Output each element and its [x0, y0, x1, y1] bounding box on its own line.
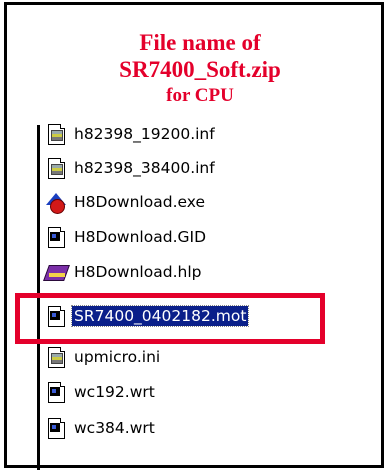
file-item-wc384-wrt[interactable]: wc384.wrt	[45, 414, 157, 442]
file-name: h82398_38400.inf	[74, 159, 215, 177]
file-item-h8download-gid[interactable]: H8Download.GID	[45, 223, 208, 251]
file-item-h8download-hlp[interactable]: H8Download.hlp	[43, 258, 203, 286]
annotation-heading: File name of SR7400_Soft.zip for CPU	[60, 30, 340, 108]
file-name: H8Download.exe	[74, 193, 205, 211]
file-name: H8Download.hlp	[74, 263, 202, 281]
file-item-wc192-wrt[interactable]: wc192.wrt	[45, 378, 157, 406]
file-item-h82398-19200-inf[interactable]: h82398_19200.inf	[45, 120, 217, 148]
heading-line-1: File name of	[139, 30, 261, 55]
heading-line-2: SR7400_Soft.zip	[119, 57, 281, 82]
highlight-callout-box	[15, 293, 325, 344]
system-file-icon	[45, 417, 67, 439]
help-book-icon	[43, 261, 70, 283]
file-name: wc192.wrt	[74, 383, 155, 401]
heading-line-3: for CPU	[166, 85, 234, 106]
file-item-h82398-38400-inf[interactable]: h82398_38400.inf	[45, 154, 217, 182]
file-name: upmicro.ini	[74, 348, 161, 366]
file-item-upmicro-ini[interactable]: upmicro.ini	[45, 343, 162, 371]
system-file-icon	[45, 381, 67, 403]
config-file-icon	[45, 346, 67, 368]
system-file-icon	[45, 226, 67, 248]
config-file-icon	[45, 157, 67, 179]
file-name: h82398_19200.inf	[74, 125, 215, 143]
config-file-icon	[45, 123, 67, 145]
file-item-h8download-exe[interactable]: H8Download.exe	[45, 188, 207, 216]
file-name: H8Download.GID	[74, 228, 207, 246]
application-icon	[45, 191, 67, 214]
file-name: wc384.wrt	[74, 419, 155, 437]
